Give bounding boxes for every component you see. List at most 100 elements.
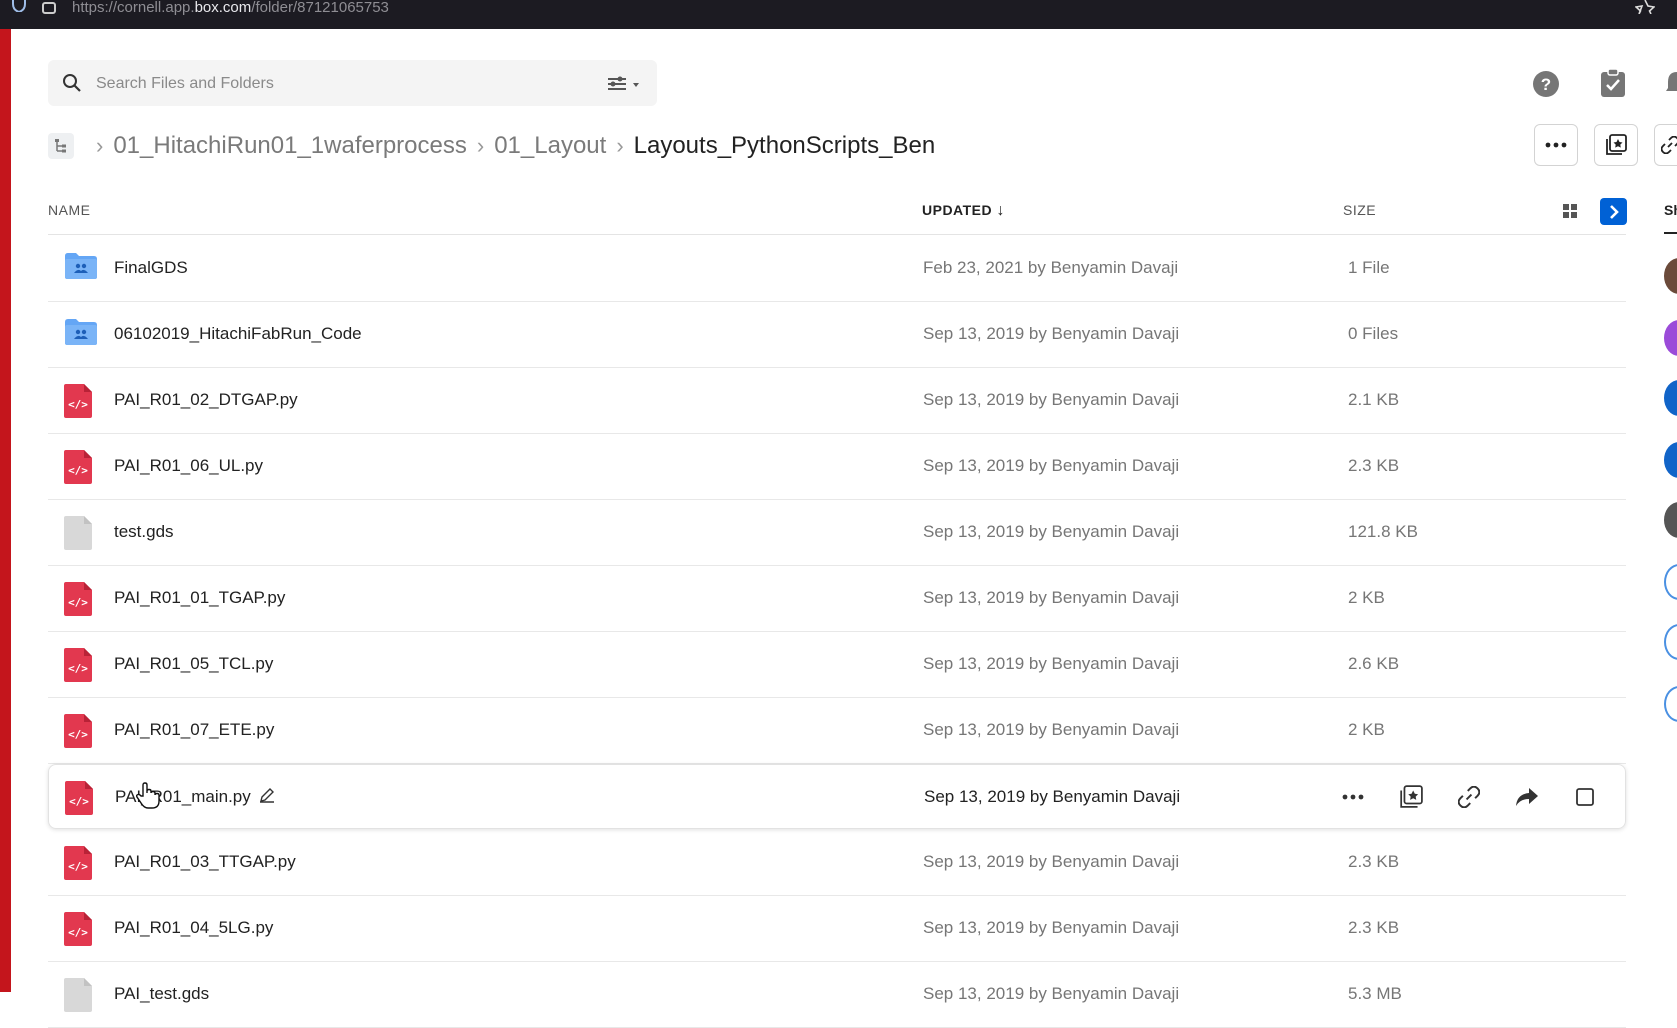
code-file-icon[interactable]: </> <box>64 582 96 616</box>
file-name-link[interactable]: PAI_R01_06_UL.py <box>114 456 263 476</box>
file-size: 2.6 KB <box>1348 654 1399 674</box>
file-name[interactable]: PAI_R01_02_DTGAP.py <box>114 390 298 409</box>
avatar[interactable] <box>1664 320 1677 356</box>
filter-options-icon[interactable] <box>606 74 642 92</box>
file-name-link[interactable]: PAI_R01_03_TTGAP.py <box>114 852 296 872</box>
add-to-collection-button[interactable] <box>1594 124 1638 166</box>
svg-text:?: ? <box>1541 75 1551 94</box>
lock-icon[interactable] <box>42 0 56 14</box>
folder-row[interactable]: FinalGDSFeb 23, 2021 by Benyamin Davaji1… <box>48 236 1626 302</box>
copy-link-button[interactable] <box>1654 124 1677 166</box>
add-to-collection-icon[interactable] <box>1397 783 1425 811</box>
sidebar-tab-underline <box>1664 232 1677 234</box>
sidebar-activity-icon[interactable] <box>1664 624 1677 660</box>
column-header-updated[interactable]: UPDATED ↓ <box>922 202 1005 220</box>
file-name[interactable]: 06102019_HitachiFabRun_Code <box>114 324 362 343</box>
file-name[interactable]: test.gds <box>114 522 174 541</box>
generic-file-icon[interactable] <box>64 516 96 550</box>
more-options-icon[interactable] <box>1339 783 1367 811</box>
updated-info: Sep 13, 2019 by Benyamin Davaji <box>923 852 1179 872</box>
column-header-name[interactable]: NAME <box>48 202 90 218</box>
grid-view-icon[interactable] <box>1562 203 1578 219</box>
breadcrumb-item[interactable]: 01_Layout <box>494 132 606 160</box>
file-name-link[interactable]: PAI_R01_04_5LG.py <box>114 918 273 938</box>
help-icon[interactable]: ? <box>1532 70 1560 98</box>
file-row[interactable]: </>PAI_R01_main.pySep 13, 2019 by Benyam… <box>48 764 1626 829</box>
file-name[interactable]: PAI_R01_06_UL.py <box>114 456 263 475</box>
file-name-link[interactable]: 06102019_HitachiFabRun_Code <box>114 324 362 344</box>
svg-text:</>: </> <box>68 860 88 873</box>
file-name[interactable]: FinalGDS <box>114 258 188 277</box>
address-bar[interactable]: https://cornell.app.box.com/folder/87121… <box>72 0 389 16</box>
more-options-button[interactable] <box>1534 124 1578 166</box>
file-name-link[interactable]: PAI_test.gds <box>114 984 209 1004</box>
code-file-icon[interactable]: </> <box>64 384 96 418</box>
avatar[interactable] <box>1664 258 1677 294</box>
shield-icon[interactable] <box>10 0 28 12</box>
file-name[interactable]: PAI_R01_07_ETE.py <box>114 720 274 739</box>
file-row[interactable]: test.gdsSep 13, 2019 by Benyamin Davaji1… <box>48 500 1626 566</box>
folder-row[interactable]: 06102019_HitachiFabRun_Code Sep 13, 2019 … <box>48 302 1626 368</box>
current-folder-title: Layouts_PythonScripts_Ben <box>634 132 936 160</box>
code-file-icon[interactable]: </> <box>65 781 97 815</box>
file-row[interactable]: </>PAI_R01_01_TGAP.pySep 13, 2019 by Ben… <box>48 566 1626 632</box>
file-name-link[interactable]: test.gds <box>114 522 174 542</box>
chevron-right-icon <box>1608 205 1620 219</box>
column-header-size[interactable]: SIZE <box>1343 202 1376 218</box>
file-row[interactable]: </>PAI_R01_05_TCL.pySep 13, 2019 by Beny… <box>48 632 1626 698</box>
file-name-link[interactable]: PAI_R01_07_ETE.py <box>114 720 274 740</box>
file-row[interactable]: </>PAI_R01_07_ETE.pySep 13, 2019 by Beny… <box>48 698 1626 764</box>
code-file-icon[interactable]: </> <box>64 450 96 484</box>
shared-folder-icon[interactable] <box>64 252 96 286</box>
link-icon <box>1661 136 1677 154</box>
toggle-sidebar-button[interactable] <box>1600 198 1627 225</box>
file-row[interactable]: </> PAI_R01_04_5LG.py Sep 13, 2019 by Beny… <box>48 896 1626 962</box>
breadcrumb: › 01_HitachiRun01_1waferprocess › 01_Lay… <box>48 128 935 164</box>
avatar[interactable] <box>1664 442 1677 478</box>
share-icon[interactable] <box>1513 783 1541 811</box>
file-size: 5.3 MB <box>1348 984 1402 1004</box>
generic-file-icon[interactable] <box>64 978 96 1012</box>
code-file-icon[interactable]: </> <box>64 912 96 946</box>
updated-info: Sep 13, 2019 by Benyamin Davaji <box>923 324 1179 344</box>
select-checkbox-icon[interactable] <box>1571 783 1599 811</box>
svg-text:</>: </> <box>69 795 89 808</box>
file-name[interactable]: PAI_test.gds <box>114 984 209 1003</box>
bookmark-star-icon[interactable] <box>1635 0 1655 14</box>
sort-descending-icon: ↓ <box>997 202 1006 219</box>
code-file-icon[interactable]: </> <box>64 714 96 748</box>
sidebar-tab-sharing[interactable]: Sh <box>1664 202 1677 218</box>
breadcrumb-item[interactable]: 01_HitachiRun01_1waferprocess <box>113 132 467 160</box>
file-size: 2.1 KB <box>1348 390 1399 410</box>
file-size: 1 File <box>1348 258 1390 278</box>
svg-text:</>: </> <box>68 926 88 939</box>
file-row[interactable]: </>PAI_R01_02_DTGAP.pySep 13, 2019 by Be… <box>48 368 1626 434</box>
code-file-icon[interactable]: </> <box>64 846 96 880</box>
copy-link-icon[interactable] <box>1455 783 1483 811</box>
file-row[interactable]: PAI_test.gdsSep 13, 2019 by Benyamin Dav… <box>48 962 1626 1028</box>
sidebar-activity-icon[interactable] <box>1664 564 1677 600</box>
updated-info: Sep 13, 2019 by Benyamin Davaji <box>923 522 1179 542</box>
search-input[interactable] <box>94 70 538 98</box>
file-name-link[interactable]: PAI_R01_01_TGAP.py <box>114 588 285 608</box>
avatar[interactable] <box>1664 380 1677 416</box>
rename-pencil-icon[interactable] <box>259 787 275 808</box>
updated-info: Sep 13, 2019 by Benyamin Davaji <box>923 918 1179 938</box>
tasks-icon[interactable] <box>1600 68 1626 98</box>
folder-tree-icon[interactable] <box>48 133 74 159</box>
notifications-icon[interactable] <box>1666 70 1677 96</box>
file-row[interactable]: </>PAI_R01_06_UL.pySep 13, 2019 by Benya… <box>48 434 1626 500</box>
file-name-link[interactable]: FinalGDS <box>114 258 188 278</box>
file-name-link[interactable]: PAI_R01_02_DTGAP.py <box>114 390 298 410</box>
file-name[interactable]: PAI_R01_01_TGAP.py <box>114 588 285 607</box>
file-name[interactable]: PAI_R01_04_5LG.py <box>114 918 273 937</box>
file-row[interactable]: </> PAI_R01_03_TTGAP.py Sep 13, 2019 by Be… <box>48 830 1626 896</box>
file-name[interactable]: PAI_R01_05_TCL.py <box>114 654 273 673</box>
file-name[interactable]: PAI_R01_03_TTGAP.py <box>114 852 296 871</box>
sidebar-activity-icon[interactable] <box>1664 686 1677 722</box>
avatar[interactable] <box>1664 502 1677 538</box>
file-name-link[interactable]: PAI_R01_05_TCL.py <box>114 654 273 674</box>
window-border <box>0 29 11 992</box>
shared-folder-icon[interactable] <box>64 318 96 352</box>
code-file-icon[interactable]: </> <box>64 648 96 682</box>
